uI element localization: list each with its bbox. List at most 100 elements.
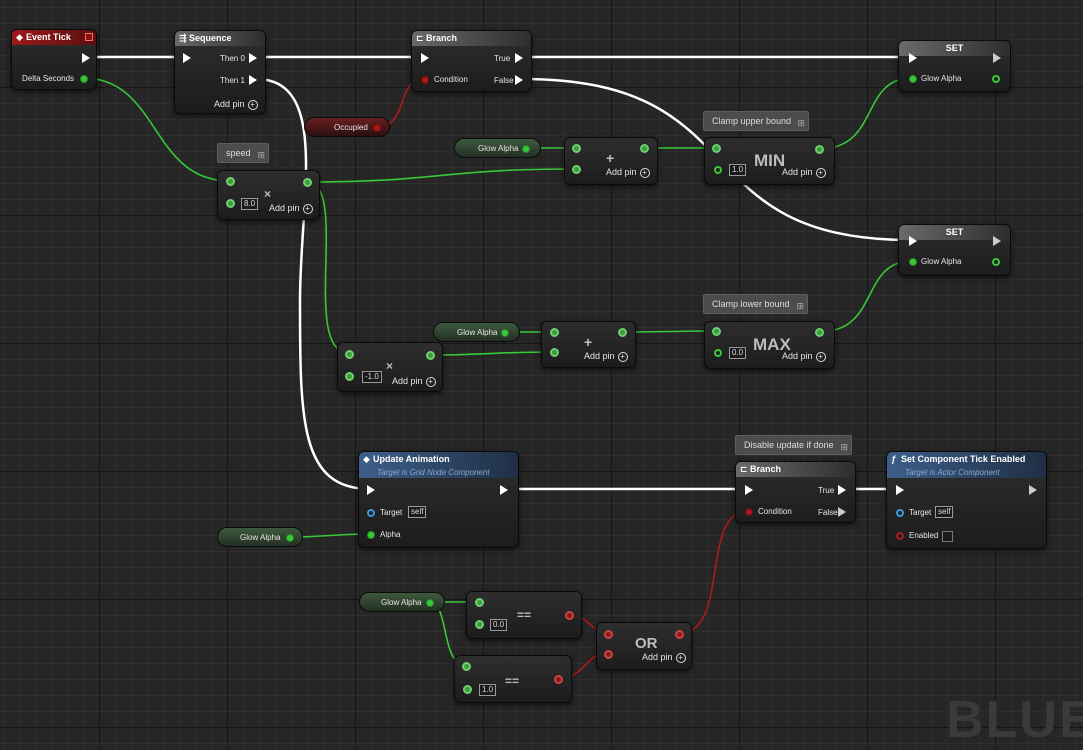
min-node[interactable]: 1.0 MIN Add pin + — [704, 137, 835, 185]
exec-in-pin[interactable] — [909, 53, 917, 63]
input-a-pin[interactable] — [475, 598, 484, 607]
target-pin[interactable] — [896, 509, 904, 517]
output-pin[interactable] — [815, 328, 824, 337]
input-a-pin[interactable] — [226, 177, 235, 186]
speed-comment[interactable]: speed ⊞ — [217, 143, 269, 163]
occupied-getter[interactable]: Occupied — [304, 117, 390, 137]
target-self-value[interactable]: self — [935, 506, 954, 518]
output-pin[interactable] — [640, 144, 649, 153]
event-tick-node[interactable]: ◆ Event Tick Delta Seconds — [11, 29, 97, 90]
exec-out-pin[interactable] — [500, 485, 508, 495]
true-pin[interactable] — [515, 53, 523, 63]
input-b-pin[interactable] — [714, 166, 722, 174]
glow-alpha-out-pin[interactable] — [522, 145, 530, 153]
exec-out-pin[interactable] — [993, 53, 1001, 63]
set-component-tick-enabled-node[interactable]: ƒ Set Component Tick Enabled Target is Act… — [886, 451, 1047, 549]
add-pin-button[interactable]: Add pin + — [584, 351, 628, 362]
exec-in-pin[interactable] — [183, 53, 191, 63]
exec-out-pin[interactable] — [82, 53, 90, 63]
glow-alpha-getter[interactable]: Glow Alpha — [359, 592, 445, 612]
exec-in-pin[interactable] — [421, 53, 429, 63]
add-pin-button[interactable]: Add pin + — [392, 376, 436, 387]
input-b-pin[interactable] — [604, 650, 613, 659]
pin-icon[interactable]: ⊞ — [797, 114, 805, 132]
input-b-pin[interactable] — [475, 620, 484, 629]
event-delegate-icon[interactable] — [85, 33, 93, 41]
input-b-pin[interactable] — [572, 165, 581, 174]
disable-update-comment[interactable]: Disable update if done ⊞ — [735, 435, 852, 455]
true-pin[interactable] — [838, 485, 846, 495]
add-node[interactable]: + Add pin + — [564, 137, 658, 185]
enabled-pin[interactable] — [896, 532, 904, 540]
glow-alpha-getter[interactable]: Glow Alpha — [433, 322, 520, 342]
condition-pin[interactable] — [745, 508, 753, 516]
update-animation-node[interactable]: ◆ Update Animation Target is Grid Node Com… — [358, 451, 519, 548]
clamp-lower-comment[interactable]: Clamp lower bound ⊞ — [703, 294, 808, 314]
add-pin-button[interactable]: Add pin + — [606, 167, 650, 178]
glow-alpha-out-pin[interactable] — [286, 534, 294, 542]
add-pin-button[interactable]: Add pin + — [782, 167, 826, 178]
false-pin[interactable] — [838, 507, 846, 517]
glow-alpha-out-pin[interactable] — [992, 258, 1000, 266]
glow-alpha-getter[interactable]: Glow Alpha — [454, 138, 541, 158]
compare-value[interactable]: 0.0 — [490, 619, 508, 631]
glow-alpha-in-pin[interactable] — [909, 75, 917, 83]
input-a-pin[interactable] — [462, 662, 471, 671]
add-pin-button[interactable]: Add pin + — [782, 351, 826, 362]
input-b-pin[interactable] — [550, 348, 559, 357]
exec-out-pin[interactable] — [1029, 485, 1037, 495]
sequence-node[interactable]: ⇶ Sequence Then 0 Then 1 Add pin + — [174, 30, 266, 114]
exec-out-pin[interactable] — [993, 236, 1001, 246]
min-value[interactable]: 1.0 — [729, 164, 747, 176]
pin-icon[interactable]: ⊞ — [257, 146, 265, 164]
alpha-pin[interactable] — [367, 531, 375, 539]
glow-alpha-out-pin[interactable] — [501, 329, 509, 337]
output-pin[interactable] — [554, 675, 563, 684]
condition-pin[interactable] — [421, 76, 429, 84]
delta-seconds-pin[interactable] — [80, 75, 88, 83]
exec-in-pin[interactable] — [367, 485, 375, 495]
compare-value[interactable]: 1.0 — [479, 684, 497, 696]
output-pin[interactable] — [618, 328, 627, 337]
output-pin[interactable] — [815, 145, 824, 154]
output-pin[interactable] — [565, 611, 574, 620]
multiply-node[interactable]: -1.0 × Add pin + — [337, 342, 443, 392]
enabled-checkbox[interactable] — [942, 531, 953, 542]
input-a-pin[interactable] — [604, 630, 613, 639]
input-b-pin[interactable] — [714, 349, 722, 357]
set-glow-alpha-node[interactable]: SET Glow Alpha — [898, 40, 1011, 92]
occupied-pin[interactable] — [373, 124, 381, 132]
max-value[interactable]: 0.0 — [729, 347, 747, 359]
add-pin-button[interactable]: Add pin + — [642, 652, 686, 663]
input-a-pin[interactable] — [712, 144, 721, 153]
pin-icon[interactable]: ⊞ — [796, 297, 804, 315]
glow-alpha-getter[interactable]: Glow Alpha — [217, 527, 303, 547]
input-b-pin[interactable] — [463, 685, 472, 694]
target-self-value[interactable]: self — [408, 506, 427, 518]
set-glow-alpha-node[interactable]: SET Glow Alpha — [898, 224, 1011, 276]
clamp-upper-comment[interactable]: Clamp upper bound ⊞ — [703, 111, 809, 131]
add-pin-button[interactable]: Add pin + — [269, 203, 313, 214]
output-pin[interactable] — [426, 351, 435, 360]
equal-node[interactable]: 0.0 == — [466, 591, 582, 639]
target-pin[interactable] — [367, 509, 375, 517]
branch-node[interactable]: ⊏ Branch True Condition False — [735, 461, 856, 523]
glow-alpha-in-pin[interactable] — [909, 258, 917, 266]
output-pin[interactable] — [675, 630, 684, 639]
input-a-pin[interactable] — [345, 350, 354, 359]
multiply-node[interactable]: 8.0 × Add pin + — [217, 170, 320, 220]
glow-alpha-out-pin[interactable] — [992, 75, 1000, 83]
then1-pin[interactable] — [249, 75, 257, 85]
multiplier-value[interactable]: -1.0 — [362, 371, 382, 383]
glow-alpha-out-pin[interactable] — [426, 599, 434, 607]
input-a-pin[interactable] — [572, 144, 581, 153]
then0-pin[interactable] — [249, 53, 257, 63]
multiplier-value[interactable]: 8.0 — [241, 198, 259, 210]
output-pin[interactable] — [303, 178, 312, 187]
or-node[interactable]: OR Add pin + — [596, 622, 692, 670]
exec-in-pin[interactable] — [896, 485, 904, 495]
branch-node[interactable]: ⊏ Branch True Condition False — [411, 30, 532, 92]
add-pin-button[interactable]: Add pin + — [214, 99, 258, 110]
exec-in-pin[interactable] — [745, 485, 753, 495]
false-pin[interactable] — [515, 75, 523, 85]
